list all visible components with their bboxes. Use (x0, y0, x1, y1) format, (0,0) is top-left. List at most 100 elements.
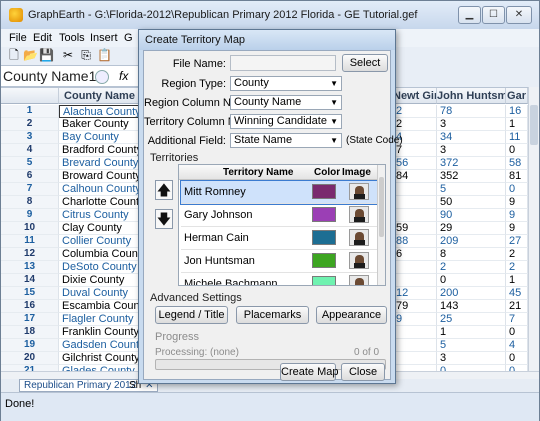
gingrich-cell[interactable] (393, 274, 437, 287)
move-down-button[interactable]: 🡇 (155, 209, 173, 229)
row-number[interactable]: 8 (1, 196, 59, 209)
close-dialog-button[interactable]: Close (341, 363, 385, 381)
county-cell[interactable]: Citrus County (59, 209, 141, 222)
placemarks-button[interactable]: Placemarks (236, 306, 309, 324)
gar-cell[interactable]: 16 (506, 105, 528, 118)
county-cell[interactable]: Escambia County (59, 300, 141, 313)
gar-cell[interactable]: 9 (506, 209, 528, 222)
territory-scrollbar[interactable] (377, 165, 385, 285)
huntsman-cell[interactable]: 25 (437, 313, 506, 326)
open-icon[interactable]: 📂 (23, 48, 38, 62)
county-cell[interactable]: Gadsden County (59, 339, 141, 352)
row-number[interactable]: 19 (1, 339, 59, 352)
huntsman-cell[interactable]: 8 (437, 248, 506, 261)
row-number[interactable]: 2 (1, 118, 59, 131)
gar-cell[interactable]: 0 (506, 183, 528, 196)
county-cell[interactable]: Duval County (59, 287, 141, 300)
region-type-select[interactable]: County ▼ (230, 76, 342, 91)
huntsman-cell[interactable]: 143 (437, 300, 506, 313)
gar-cell[interactable]: 0 (506, 352, 528, 365)
gar-cell[interactable]: 21 (506, 300, 528, 313)
gingrich-cell[interactable] (393, 209, 437, 222)
row-number[interactable]: 17 (1, 313, 59, 326)
copy-icon[interactable]: ⎘ (79, 48, 93, 62)
gar-cell[interactable]: 2 (506, 261, 528, 274)
close-button[interactable]: ✕ (506, 6, 532, 24)
county-cell[interactable]: Collier County (59, 235, 141, 248)
county-cell[interactable]: Alachua County (59, 105, 141, 118)
gar-cell[interactable]: 0 (506, 144, 528, 157)
huntsman-cell[interactable]: 200 (437, 287, 506, 300)
huntsman-cell[interactable]: 50 (437, 196, 506, 209)
gar-cell[interactable]: 1 (506, 274, 528, 287)
gar-cell[interactable]: 11 (506, 131, 528, 144)
column-header-county[interactable]: County Name (59, 88, 141, 104)
region-column-select[interactable]: County Name ▼ (230, 95, 342, 110)
huntsman-cell[interactable]: 352 (437, 170, 506, 183)
row-number[interactable]: 3 (1, 131, 59, 144)
row-number[interactable]: 16 (1, 300, 59, 313)
cell-name-box[interactable]: County Name1 (3, 68, 96, 84)
huntsman-cell[interactable]: 5 (437, 339, 506, 352)
additional-field-select[interactable]: State Name ▼ (230, 133, 342, 148)
function-icon[interactable]: fx (119, 69, 128, 83)
huntsman-cell[interactable]: 209 (437, 235, 506, 248)
gingrich-cell[interactable] (393, 339, 437, 352)
huntsman-cell[interactable]: 3 (437, 352, 506, 365)
row-number[interactable]: 12 (1, 248, 59, 261)
gingrich-cell[interactable]: 88 (393, 235, 437, 248)
gar-cell[interactable]: 45 (506, 287, 528, 300)
cut-icon[interactable]: ✂ (61, 48, 75, 62)
county-cell[interactable]: Charlotte County (59, 196, 141, 209)
county-cell[interactable]: Flagler County (59, 313, 141, 326)
gar-cell[interactable]: 58 (506, 157, 528, 170)
county-cell[interactable]: Broward County (59, 170, 141, 183)
gar-cell[interactable]: 7 (506, 313, 528, 326)
county-cell[interactable]: DeSoto County (59, 261, 141, 274)
gingrich-cell[interactable] (393, 261, 437, 274)
column-header-gingrich[interactable]: Newt Gingrich (393, 88, 437, 104)
new-icon[interactable]: 🗋 (7, 48, 21, 62)
row-number[interactable]: 11 (1, 235, 59, 248)
gar-cell[interactable]: 2 (506, 248, 528, 261)
gingrich-cell[interactable]: 12 (393, 287, 437, 300)
gingrich-cell[interactable]: 59 (393, 222, 437, 235)
row-number[interactable]: 18 (1, 326, 59, 339)
gar-cell[interactable]: 4 (506, 339, 528, 352)
county-cell[interactable]: Gilchrist County (59, 352, 141, 365)
gar-cell[interactable]: 9 (506, 196, 528, 209)
scroll-thumb[interactable] (530, 105, 538, 145)
territory-image-icon[interactable] (349, 275, 369, 285)
territory-image-icon[interactable] (349, 252, 369, 269)
territory-row[interactable]: Gary Johnson (181, 204, 384, 227)
menu-tools[interactable]: Tools (59, 32, 85, 44)
county-cell[interactable]: Baker County (59, 118, 141, 131)
minimize-button[interactable]: ▁ (458, 6, 481, 24)
row-number[interactable]: 1 (1, 105, 59, 118)
menu-insert[interactable]: Insert (90, 32, 118, 44)
column-header-huntsman[interactable]: John Huntsman (437, 88, 506, 104)
county-cell[interactable]: Bradford County (59, 144, 141, 157)
row-number[interactable]: 15 (1, 287, 59, 300)
gar-cell[interactable]: 9 (506, 222, 528, 235)
territory-color-swatch[interactable] (312, 230, 336, 245)
gar-cell[interactable]: 81 (506, 170, 528, 183)
territory-row[interactable]: Mitt Romney (180, 180, 385, 205)
row-number[interactable]: 10 (1, 222, 59, 235)
appearance-button[interactable]: Appearance (316, 306, 387, 324)
save-icon[interactable]: 💾 (39, 48, 54, 62)
huntsman-cell[interactable]: 78 (437, 105, 506, 118)
move-up-button[interactable]: 🡅 (155, 180, 173, 200)
row-number[interactable]: 20 (1, 352, 59, 365)
gingrich-cell[interactable] (393, 196, 437, 209)
menu-edit[interactable]: Edit (33, 32, 52, 44)
paste-icon[interactable]: 📋 (97, 48, 112, 62)
county-cell[interactable]: Columbia County (59, 248, 141, 261)
territory-color-swatch[interactable] (312, 253, 336, 268)
county-cell[interactable]: Franklin County (59, 326, 141, 339)
huntsman-cell[interactable]: 90 (437, 209, 506, 222)
territory-color-swatch[interactable] (312, 276, 336, 285)
gingrich-cell[interactable] (393, 352, 437, 365)
row-number[interactable]: 5 (1, 157, 59, 170)
county-cell[interactable]: Calhoun County (59, 183, 141, 196)
